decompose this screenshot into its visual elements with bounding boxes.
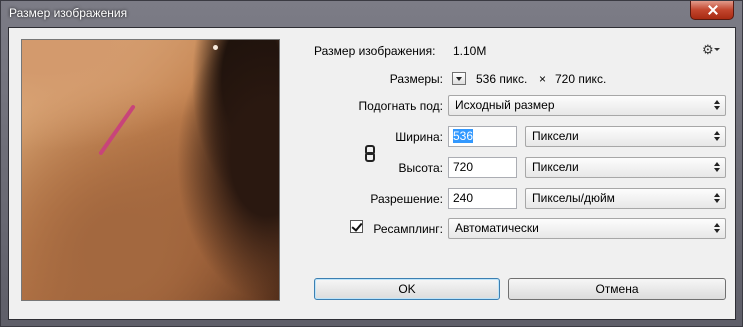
height-value: 720 xyxy=(453,160,474,174)
resample-select[interactable]: Автоматически xyxy=(448,218,726,239)
fit-to-label: Подогнать под: xyxy=(358,99,443,113)
close-icon[interactable] xyxy=(690,1,734,20)
resolution-label: Разрешение: xyxy=(370,192,443,206)
preview-detail xyxy=(213,45,218,50)
chevron-down-icon[interactable] xyxy=(714,48,720,51)
fit-to-value: Исходный размер xyxy=(455,98,555,112)
dialog-window: Размер изображения Размер изображения: 1… xyxy=(0,0,743,327)
window-title: Размер изображения xyxy=(9,6,128,20)
image-size-label: Размер изображения: xyxy=(314,44,436,58)
select-arrows-icon xyxy=(714,223,720,234)
resample-label[interactable]: Ресамплинг: xyxy=(373,222,443,236)
link-icon[interactable] xyxy=(364,145,375,162)
dimensions-times: × xyxy=(539,72,547,86)
resample-checkbox[interactable] xyxy=(350,220,363,233)
dimensions-width: 536 пикс. xyxy=(476,72,528,86)
resolution-unit-select[interactable]: Пикселы/дюйм xyxy=(525,188,726,209)
image-preview[interactable] xyxy=(21,39,280,301)
resolution-input[interactable]: 240 xyxy=(448,188,517,209)
resolution-value: 240 xyxy=(453,191,474,205)
width-unit-value: Пиксели xyxy=(532,129,579,143)
dialog-body: Размер изображения: 1.10M ⚙ Размеры: 536… xyxy=(8,27,736,320)
select-arrows-icon xyxy=(714,162,720,173)
width-label: Ширина: xyxy=(395,130,443,144)
fit-to-select[interactable]: Исходный размер xyxy=(448,95,726,116)
dimensions-label: Размеры: xyxy=(389,72,443,86)
resample-value: Автоматически xyxy=(455,221,539,235)
image-size-value: 1.10M xyxy=(453,44,487,58)
dimensions-units-dropdown[interactable] xyxy=(452,72,466,85)
height-unit-select[interactable]: Пиксели xyxy=(525,157,726,178)
width-input[interactable]: 536 xyxy=(448,126,517,147)
ok-button[interactable]: OK xyxy=(314,278,500,300)
width-value: 536 xyxy=(453,129,474,143)
dimensions-height: 720 пикс. xyxy=(555,72,607,86)
height-input[interactable]: 720 xyxy=(448,157,517,178)
select-arrows-icon xyxy=(714,100,720,111)
resolution-unit-value: Пикселы/дюйм xyxy=(532,191,615,205)
width-unit-select[interactable]: Пиксели xyxy=(525,126,726,147)
preview-detail xyxy=(98,104,136,156)
title-bar[interactable]: Размер изображения xyxy=(1,1,742,27)
select-arrows-icon xyxy=(714,131,720,142)
cancel-button[interactable]: Отмена xyxy=(508,278,726,300)
height-label: Высота: xyxy=(398,161,443,175)
height-unit-value: Пиксели xyxy=(532,160,579,174)
select-arrows-icon xyxy=(714,193,720,204)
